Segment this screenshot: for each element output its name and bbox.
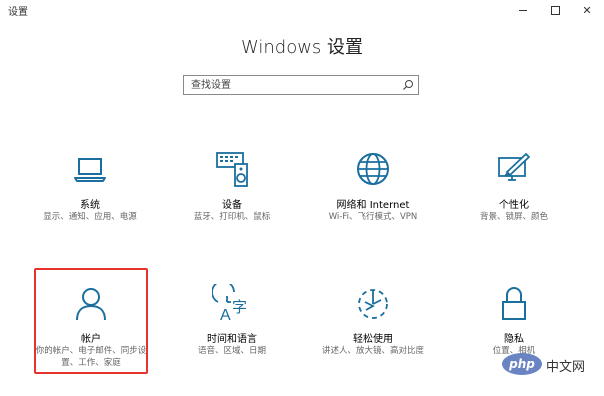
close-icon: ✕ [582,3,592,17]
tile-description: 你的帐户、电子邮件、同步设置、工作、家庭 [35,346,147,368]
keyboard-speaker-icon [216,152,248,187]
lock-icon [502,287,526,320]
tile-label: 系统 [80,200,100,211]
laptop-icon [74,158,106,182]
tile-label: 设备 [222,200,242,211]
watermark-logo: php [502,353,542,375]
tile-description: Wi-Fi、飞行模式、VPN [328,212,418,222]
app-title: 设置 [8,7,28,18]
tile-devices[interactable]: 设备 蓝牙、打印机、鼠标 [172,150,292,250]
search-icon[interactable] [402,79,414,91]
tile-description: 讲述人、放大镜、高对比度 [321,346,424,356]
globe-icon [357,153,389,185]
search-input[interactable] [184,76,394,94]
paint-monitor-icon [498,153,530,181]
tile-accounts[interactable]: 帐户 你的帐户、电子邮件、同步设置、工作、家庭 [31,284,151,384]
tile-description: 蓝牙、打印机、鼠标 [193,212,271,222]
close-button[interactable]: ✕ [572,1,602,19]
tile-label: 隐私 [504,334,524,345]
search-box[interactable] [183,75,419,95]
minimize-icon [519,9,527,11]
tile-description: 显示、通知、应用、电源 [43,212,137,222]
maximize-icon [550,5,560,15]
tile-label: 轻松使用 [353,334,393,345]
ease-of-access-icon [358,289,388,319]
watermark-text: 中文网 [546,360,586,375]
tile-personalization[interactable]: 个性化 背景、锁屏、颜色 [454,150,574,250]
tile-label: 帐户 [81,334,101,345]
tile-label: 个性化 [499,200,529,211]
tile-description: 语音、区域、日期 [197,346,266,356]
tile-system[interactable]: 系统 显示、通知、应用、电源 [30,150,150,250]
time-language-icon: A 字 [212,284,247,324]
svg-text:字: 字 [232,298,247,316]
svg-text:A: A [220,307,231,324]
tile-time-language[interactable]: A 字 时间和语言 语音、区域、日期 [172,284,292,384]
page-title: Windows 设置 [240,37,364,58]
tile-ease-of-access[interactable]: 轻松使用 讲述人、放大镜、高对比度 [313,284,433,384]
maximize-button[interactable] [540,1,570,19]
title-bar: 设置 ✕ [0,0,604,20]
watermark: php 中文网 [502,350,602,378]
tile-label: 时间和语言 [207,334,257,345]
tile-label: 网络和 Internet [336,200,410,211]
tile-description: 背景、锁屏、颜色 [479,212,548,222]
minimize-button[interactable] [508,1,538,19]
tile-network[interactable]: 网络和 Internet Wi-Fi、飞行模式、VPN [313,150,433,250]
person-icon [76,288,106,321]
